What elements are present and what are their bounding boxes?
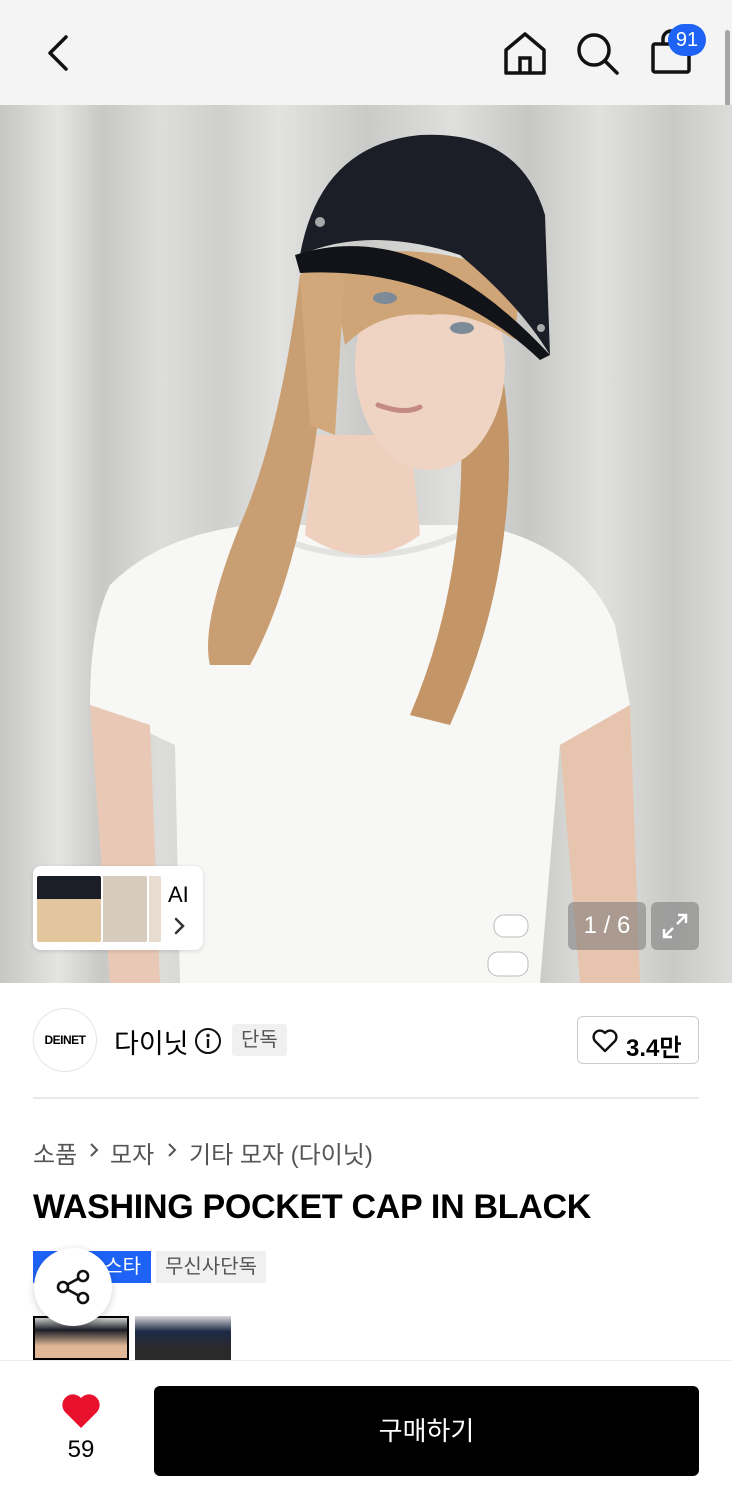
chevron-right-icon [174, 917, 185, 935]
divider [33, 1097, 699, 1099]
chevron-right-icon [168, 1143, 177, 1157]
model-photo [90, 134, 640, 983]
expand-icon [662, 913, 688, 939]
brand-like-button[interactable]: 3.4만 [577, 1016, 699, 1064]
brand-like-count: 3.4만 [626, 1035, 682, 1062]
home-icon[interactable] [500, 28, 550, 78]
heart-filled-icon[interactable] [60, 1392, 102, 1430]
heart-outline-icon [592, 1029, 618, 1053]
brand-logo[interactable]: DEINET [33, 1008, 97, 1072]
ai-styling-card[interactable]: AI [33, 866, 203, 950]
back-arrow-icon[interactable] [36, 28, 80, 78]
breadcrumb-item[interactable]: 기타 모자 (다이닛) [189, 1135, 373, 1170]
brand-name[interactable]: 다이닛 [114, 1022, 189, 1061]
ai-label: AI [168, 882, 189, 907]
search-icon[interactable] [572, 28, 622, 78]
info-icon[interactable] [194, 1027, 222, 1055]
product-like-count: 59 [67, 1436, 95, 1463]
ai-thumbnail-1 [35, 874, 103, 944]
chevron-right-icon [90, 1143, 99, 1157]
product-tag-secondary: 무신사단독 [156, 1251, 266, 1283]
buy-button[interactable]: 구매하기 [154, 1386, 699, 1476]
share-button[interactable] [34, 1248, 112, 1326]
product-title: WASHING POCKET CAP IN BLACK [33, 1188, 591, 1226]
color-option-navy[interactable] [135, 1316, 231, 1360]
share-icon [56, 1269, 90, 1305]
exclusive-tag: 단독 [232, 1024, 287, 1056]
breadcrumb-item[interactable]: 소품 [33, 1135, 77, 1170]
image-counter: 1 / 6 [568, 902, 646, 950]
brand-logo-text: DEINET [44, 1033, 86, 1047]
top-app-bar [0, 0, 732, 105]
product-image[interactable] [0, 105, 732, 983]
cart-count-badge: 91 [668, 24, 706, 56]
breadcrumb-item[interactable]: 모자 [110, 1135, 154, 1170]
fullscreen-button[interactable] [651, 902, 699, 950]
